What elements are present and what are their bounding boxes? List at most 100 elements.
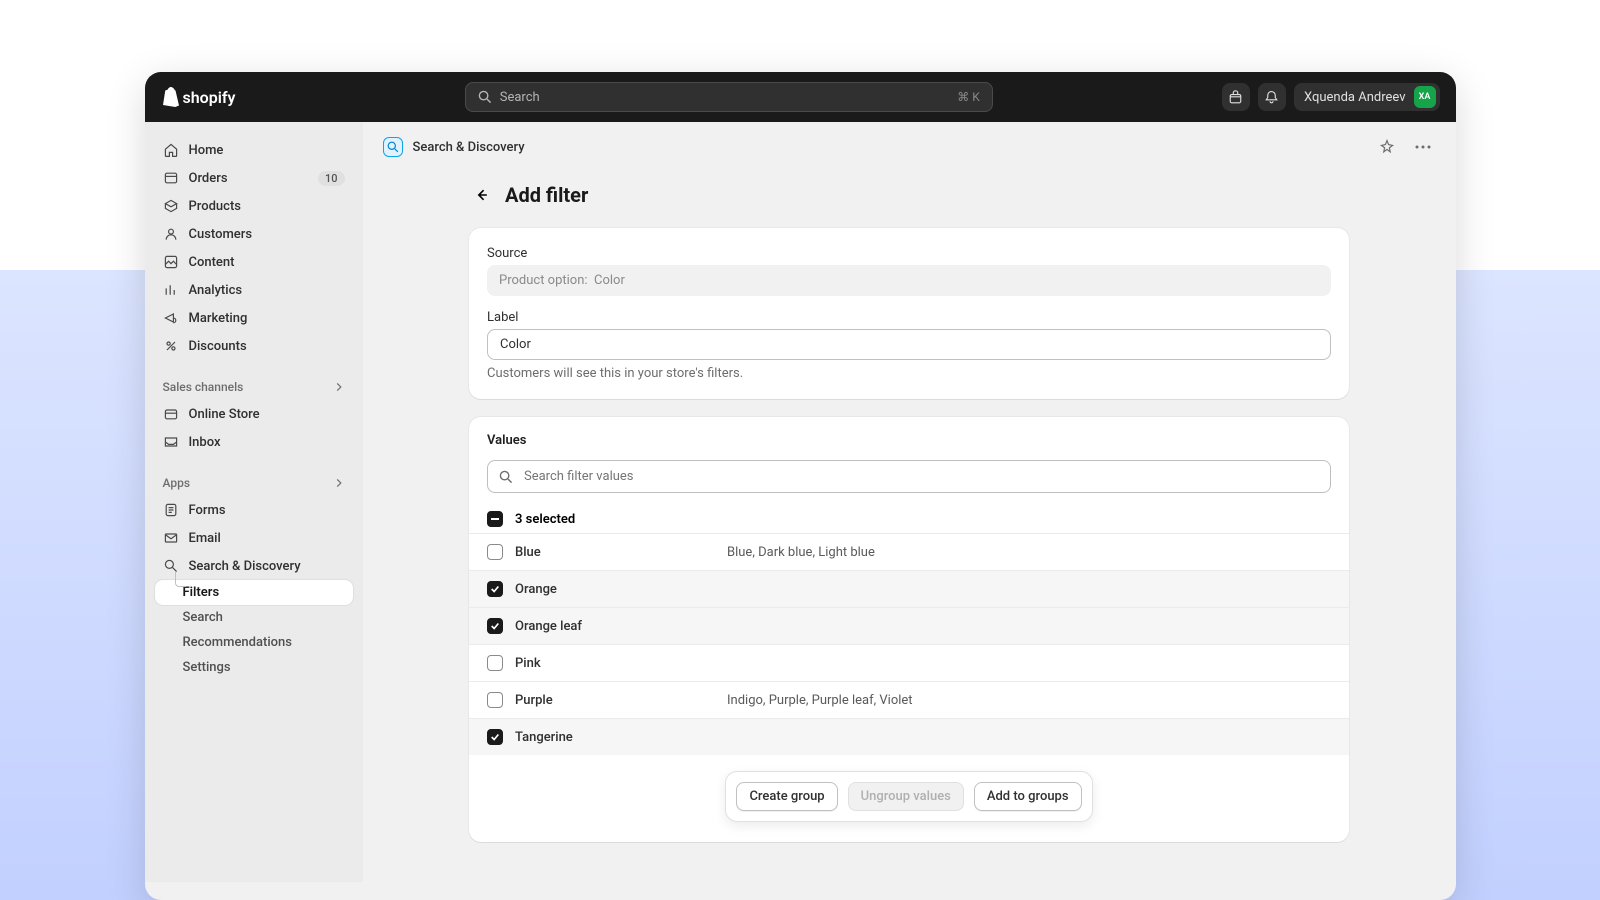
nav-icon: [163, 502, 179, 518]
subnav-filters[interactable]: Filters: [155, 580, 353, 605]
value-row[interactable]: Purple Indigo, Purple, Purple leaf, Viole…: [469, 681, 1349, 718]
nav-icon: [163, 254, 179, 270]
sales-channels-header[interactable]: Sales channels: [155, 374, 353, 400]
nav-item-products[interactable]: Products: [155, 192, 353, 220]
selected-count: 3 selected: [515, 512, 575, 527]
search-icon: [387, 141, 399, 153]
value-checkbox[interactable]: [487, 581, 503, 597]
nav-label: Content: [189, 255, 235, 270]
label-input[interactable]: [487, 329, 1331, 360]
value-name: Orange leaf: [515, 619, 715, 634]
nav-item-inbox[interactable]: Inbox: [155, 428, 353, 456]
nav-icon: [163, 282, 179, 298]
arrow-left-icon: [474, 187, 490, 203]
subnav-settings[interactable]: Settings: [155, 655, 353, 680]
storefront-icon: [1228, 90, 1243, 105]
nav-icon: [163, 530, 179, 546]
select-all-checkbox[interactable]: [487, 511, 503, 527]
nav-label: Products: [189, 199, 241, 214]
nav-icon: [163, 406, 179, 422]
value-name: Blue: [515, 545, 715, 560]
chevron-right-icon: [333, 381, 345, 393]
subnav-recommendations[interactable]: Recommendations: [155, 630, 353, 655]
value-name: Purple: [515, 693, 715, 708]
nav-item-email[interactable]: Email: [155, 524, 353, 552]
label-helper: Customers will see this in your store's …: [487, 366, 1331, 381]
nav-icon: [163, 338, 179, 354]
bulk-action-bar: Create group Ungroup values Add to group…: [725, 771, 1092, 822]
nav-item-customers[interactable]: Customers: [155, 220, 353, 248]
theme-button[interactable]: [1222, 83, 1250, 111]
nav-item-orders[interactable]: Orders10: [155, 164, 353, 192]
nav-label: Online Store: [189, 407, 260, 422]
nav-icon: [163, 198, 179, 214]
app-name: Search & Discovery: [413, 140, 525, 155]
shopify-logo[interactable]: shopify: [161, 87, 236, 107]
user-name: Xquenda Andreev: [1304, 90, 1406, 105]
value-grouped: Blue, Dark blue, Light blue: [727, 545, 875, 560]
value-name: Tangerine: [515, 730, 715, 745]
app-icon: [383, 137, 403, 157]
nav-item-discounts[interactable]: Discounts: [155, 332, 353, 360]
back-button[interactable]: [469, 182, 495, 208]
values-heading: Values: [469, 417, 1349, 456]
shopify-bag-icon: [161, 87, 179, 107]
value-row[interactable]: Blue Blue, Dark blue, Light blue: [469, 533, 1349, 570]
value-checkbox[interactable]: [487, 692, 503, 708]
search-placeholder: Search: [500, 90, 540, 105]
nav-item-analytics[interactable]: Analytics: [155, 276, 353, 304]
nav-item-forms[interactable]: Forms: [155, 496, 353, 524]
bell-icon: [1264, 90, 1279, 105]
avatar: XA: [1414, 86, 1436, 108]
nav-icon: [163, 434, 179, 450]
user-menu[interactable]: Xquenda Andreev XA: [1294, 83, 1440, 111]
global-search[interactable]: Search ⌘ K: [465, 82, 993, 112]
nav-icon: [163, 170, 179, 186]
nav-icon: [163, 310, 179, 326]
brand-text: shopify: [183, 88, 236, 107]
values-search-input[interactable]: [487, 460, 1331, 493]
value-row[interactable]: Pink: [469, 644, 1349, 681]
source-label: Source: [487, 246, 1331, 261]
page-title: Add filter: [505, 183, 588, 207]
nav-label: Marketing: [189, 311, 248, 326]
value-name: Pink: [515, 656, 715, 671]
value-row[interactable]: Tangerine: [469, 718, 1349, 755]
pin-icon: [1379, 139, 1395, 155]
subnav-search[interactable]: Search: [155, 605, 353, 630]
nav-label: Inbox: [189, 435, 221, 450]
more-horizontal-icon: [1415, 145, 1431, 149]
nav-label: Customers: [189, 227, 253, 242]
nav-label: Orders: [189, 171, 228, 186]
nav-label: Search & Discovery: [189, 559, 301, 574]
search-icon: [478, 90, 492, 104]
nav-icon: [163, 226, 179, 242]
nav-item-home[interactable]: Home: [155, 136, 353, 164]
value-grouped: Indigo, Purple, Purple leaf, Violet: [727, 693, 913, 708]
pin-button[interactable]: [1374, 134, 1400, 160]
search-shortcut: ⌘ K: [957, 90, 980, 104]
nav-item-marketing[interactable]: Marketing: [155, 304, 353, 332]
value-checkbox[interactable]: [487, 729, 503, 745]
nav-item-online-store[interactable]: Online Store: [155, 400, 353, 428]
nav-item-content[interactable]: Content: [155, 248, 353, 276]
value-checkbox[interactable]: [487, 655, 503, 671]
value-name: Orange: [515, 582, 715, 597]
value-checkbox[interactable]: [487, 618, 503, 634]
notifications-button[interactable]: [1258, 83, 1286, 111]
more-button[interactable]: [1410, 134, 1436, 160]
value-row[interactable]: Orange leaf: [469, 607, 1349, 644]
nav-icon: [163, 142, 179, 158]
value-checkbox[interactable]: [487, 544, 503, 560]
create-group-button[interactable]: Create group: [736, 782, 837, 811]
ungroup-values-button: Ungroup values: [848, 782, 964, 811]
add-to-groups-button[interactable]: Add to groups: [974, 782, 1082, 811]
apps-header[interactable]: Apps: [155, 470, 353, 496]
label-label: Label: [487, 310, 1331, 325]
source-field: Product option: Color: [487, 265, 1331, 296]
value-row[interactable]: Orange: [469, 570, 1349, 607]
nav-label: Discounts: [189, 339, 247, 354]
search-icon: [499, 469, 513, 488]
nav-label: Email: [189, 531, 221, 546]
nav-label: Forms: [189, 503, 226, 518]
